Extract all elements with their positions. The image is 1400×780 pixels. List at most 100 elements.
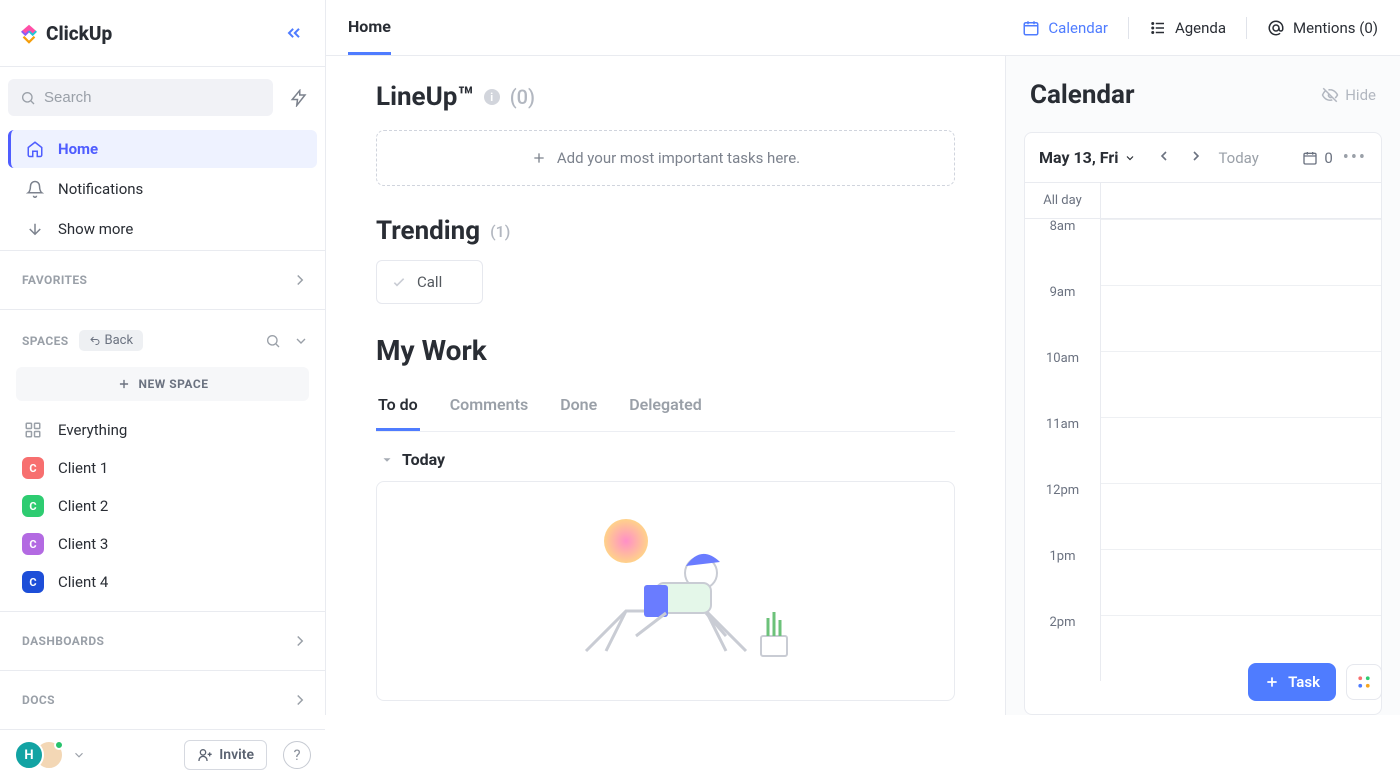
chevron-double-left-icon xyxy=(284,23,304,43)
user-plus-icon xyxy=(197,747,213,763)
topbar-agenda[interactable]: Agenda xyxy=(1149,19,1226,37)
collapse-sidebar-button[interactable] xyxy=(279,18,309,48)
lineup-count: (0) xyxy=(510,85,535,109)
chevron-down-icon xyxy=(1124,152,1136,164)
calendar-date-picker[interactable]: May 13, Fri xyxy=(1039,148,1136,167)
chevron-right-icon xyxy=(291,691,309,709)
calendar-more-button[interactable]: ••• xyxy=(1343,147,1367,168)
topbar-mentions[interactable]: Mentions (0) xyxy=(1267,19,1378,37)
search-input[interactable] xyxy=(44,89,261,106)
separator xyxy=(1246,17,1247,39)
space-badge: C xyxy=(22,533,44,555)
hour-label: 8am xyxy=(1025,219,1101,285)
quick-action-button[interactable] xyxy=(281,80,317,116)
trending-item[interactable]: Call xyxy=(376,260,483,304)
trending-title: Trending xyxy=(376,216,480,246)
lineup-add-box[interactable]: Add your most important tasks here. xyxy=(376,130,955,186)
calendar-hour-row[interactable]: 11am xyxy=(1025,417,1381,483)
space-client-1[interactable]: C Client 1 xyxy=(0,449,325,487)
separator xyxy=(1128,17,1129,39)
chevron-down-icon[interactable] xyxy=(72,748,86,762)
chevron-right-icon xyxy=(291,271,309,289)
info-icon[interactable]: i xyxy=(484,89,500,105)
lineup-title: LineUp™ xyxy=(376,82,474,112)
home-icon xyxy=(26,140,44,158)
favorites-label: FAVORITES xyxy=(22,273,87,287)
arrow-down-icon xyxy=(26,220,44,238)
invite-button[interactable]: Invite xyxy=(184,740,267,770)
avatar-stack[interactable]: H xyxy=(14,740,64,770)
space-client-2[interactable]: C Client 2 xyxy=(0,487,325,525)
calendar-hour-row[interactable]: 10am xyxy=(1025,351,1381,417)
mywork-title: My Work xyxy=(376,334,955,367)
search-box[interactable] xyxy=(8,79,273,116)
nav-show-more[interactable]: Show more xyxy=(8,210,317,248)
new-task-label: Task xyxy=(1288,673,1320,691)
space-badge: C xyxy=(22,571,44,593)
calendar-hide-label: Hide xyxy=(1345,86,1376,104)
mywork-tabs: To do Comments Done Delegated xyxy=(376,385,955,432)
nav-home[interactable]: Home xyxy=(8,130,317,168)
logo-icon xyxy=(18,22,40,44)
plus-icon xyxy=(117,377,131,391)
apps-button[interactable] xyxy=(1346,664,1382,700)
nav-show-more-label: Show more xyxy=(58,220,133,238)
nav-notifications-label: Notifications xyxy=(58,180,143,198)
chevron-right-icon xyxy=(291,632,309,650)
space-client-4[interactable]: C Client 4 xyxy=(0,563,325,601)
search-icon[interactable] xyxy=(265,333,281,349)
sidebar-footer: H Invite ? xyxy=(0,729,325,780)
group-today[interactable]: Today xyxy=(376,432,955,481)
calendar-panel: Calendar Hide May 13, Fri Today xyxy=(1005,56,1400,715)
topbar-mentions-label: Mentions (0) xyxy=(1293,19,1378,37)
calendar-count-value: 0 xyxy=(1324,149,1332,167)
new-task-button[interactable]: Task xyxy=(1248,663,1336,701)
empty-illustration xyxy=(516,501,816,681)
favorites-header[interactable]: FAVORITES xyxy=(0,261,325,299)
calendar-icon xyxy=(1022,19,1040,37)
calendar-allday-row[interactable]: All day xyxy=(1025,183,1381,219)
brand-name: ClickUp xyxy=(46,22,112,45)
dashboards-header[interactable]: DASHBOARDS xyxy=(0,622,325,660)
plus-icon xyxy=(1264,674,1280,690)
space-everything[interactable]: Everything xyxy=(0,411,325,449)
sidebar-header: ClickUp xyxy=(0,0,325,67)
at-icon xyxy=(1267,19,1285,37)
calendar-prev-button[interactable] xyxy=(1156,148,1172,168)
tab-done[interactable]: Done xyxy=(558,385,599,431)
nav-home-label: Home xyxy=(58,140,98,158)
space-badge: C xyxy=(22,495,44,517)
topbar-agenda-label: Agenda xyxy=(1175,19,1226,37)
tab-todo[interactable]: To do xyxy=(376,385,420,431)
space-client-3[interactable]: C Client 3 xyxy=(0,525,325,563)
topbar-calendar[interactable]: Calendar xyxy=(1022,19,1108,37)
docs-header[interactable]: DOCS xyxy=(0,681,325,719)
calendar-count[interactable]: 0 xyxy=(1302,149,1332,167)
calendar-hide-button[interactable]: Hide xyxy=(1321,86,1376,104)
dashboards-section: DASHBOARDS xyxy=(0,611,325,670)
chevron-down-icon[interactable] xyxy=(293,333,309,349)
calendar-hour-row[interactable]: 12pm xyxy=(1025,483,1381,549)
invite-label: Invite xyxy=(219,747,254,763)
everything-icon xyxy=(22,419,44,441)
spaces-back-button[interactable]: Back xyxy=(79,330,144,351)
new-space-button[interactable]: NEW SPACE xyxy=(16,367,309,401)
trending-title-row: Trending (1) xyxy=(376,216,955,246)
plus-icon xyxy=(531,150,547,166)
calendar-today-button[interactable]: Today xyxy=(1218,149,1258,167)
topbar-calendar-label: Calendar xyxy=(1048,19,1108,37)
app-logo[interactable]: ClickUp xyxy=(18,22,112,45)
sidebar-top: Home Notifications Show more xyxy=(0,67,325,250)
space-label: Client 1 xyxy=(58,459,108,477)
calendar-hour-row[interactable]: 8am xyxy=(1025,219,1381,285)
calendar-next-button[interactable] xyxy=(1188,148,1204,168)
spaces-section: SPACES Back NEW SPACE Everything C Clien… xyxy=(0,309,325,611)
allday-label: All day xyxy=(1025,183,1101,218)
tab-delegated[interactable]: Delegated xyxy=(627,385,703,431)
tab-comments[interactable]: Comments xyxy=(448,385,530,431)
docs-section: DOCS xyxy=(0,670,325,729)
help-button[interactable]: ? xyxy=(283,741,311,769)
nav-notifications[interactable]: Notifications xyxy=(8,170,317,208)
calendar-hour-row[interactable]: 9am xyxy=(1025,285,1381,351)
calendar-hour-row[interactable]: 1pm xyxy=(1025,549,1381,615)
